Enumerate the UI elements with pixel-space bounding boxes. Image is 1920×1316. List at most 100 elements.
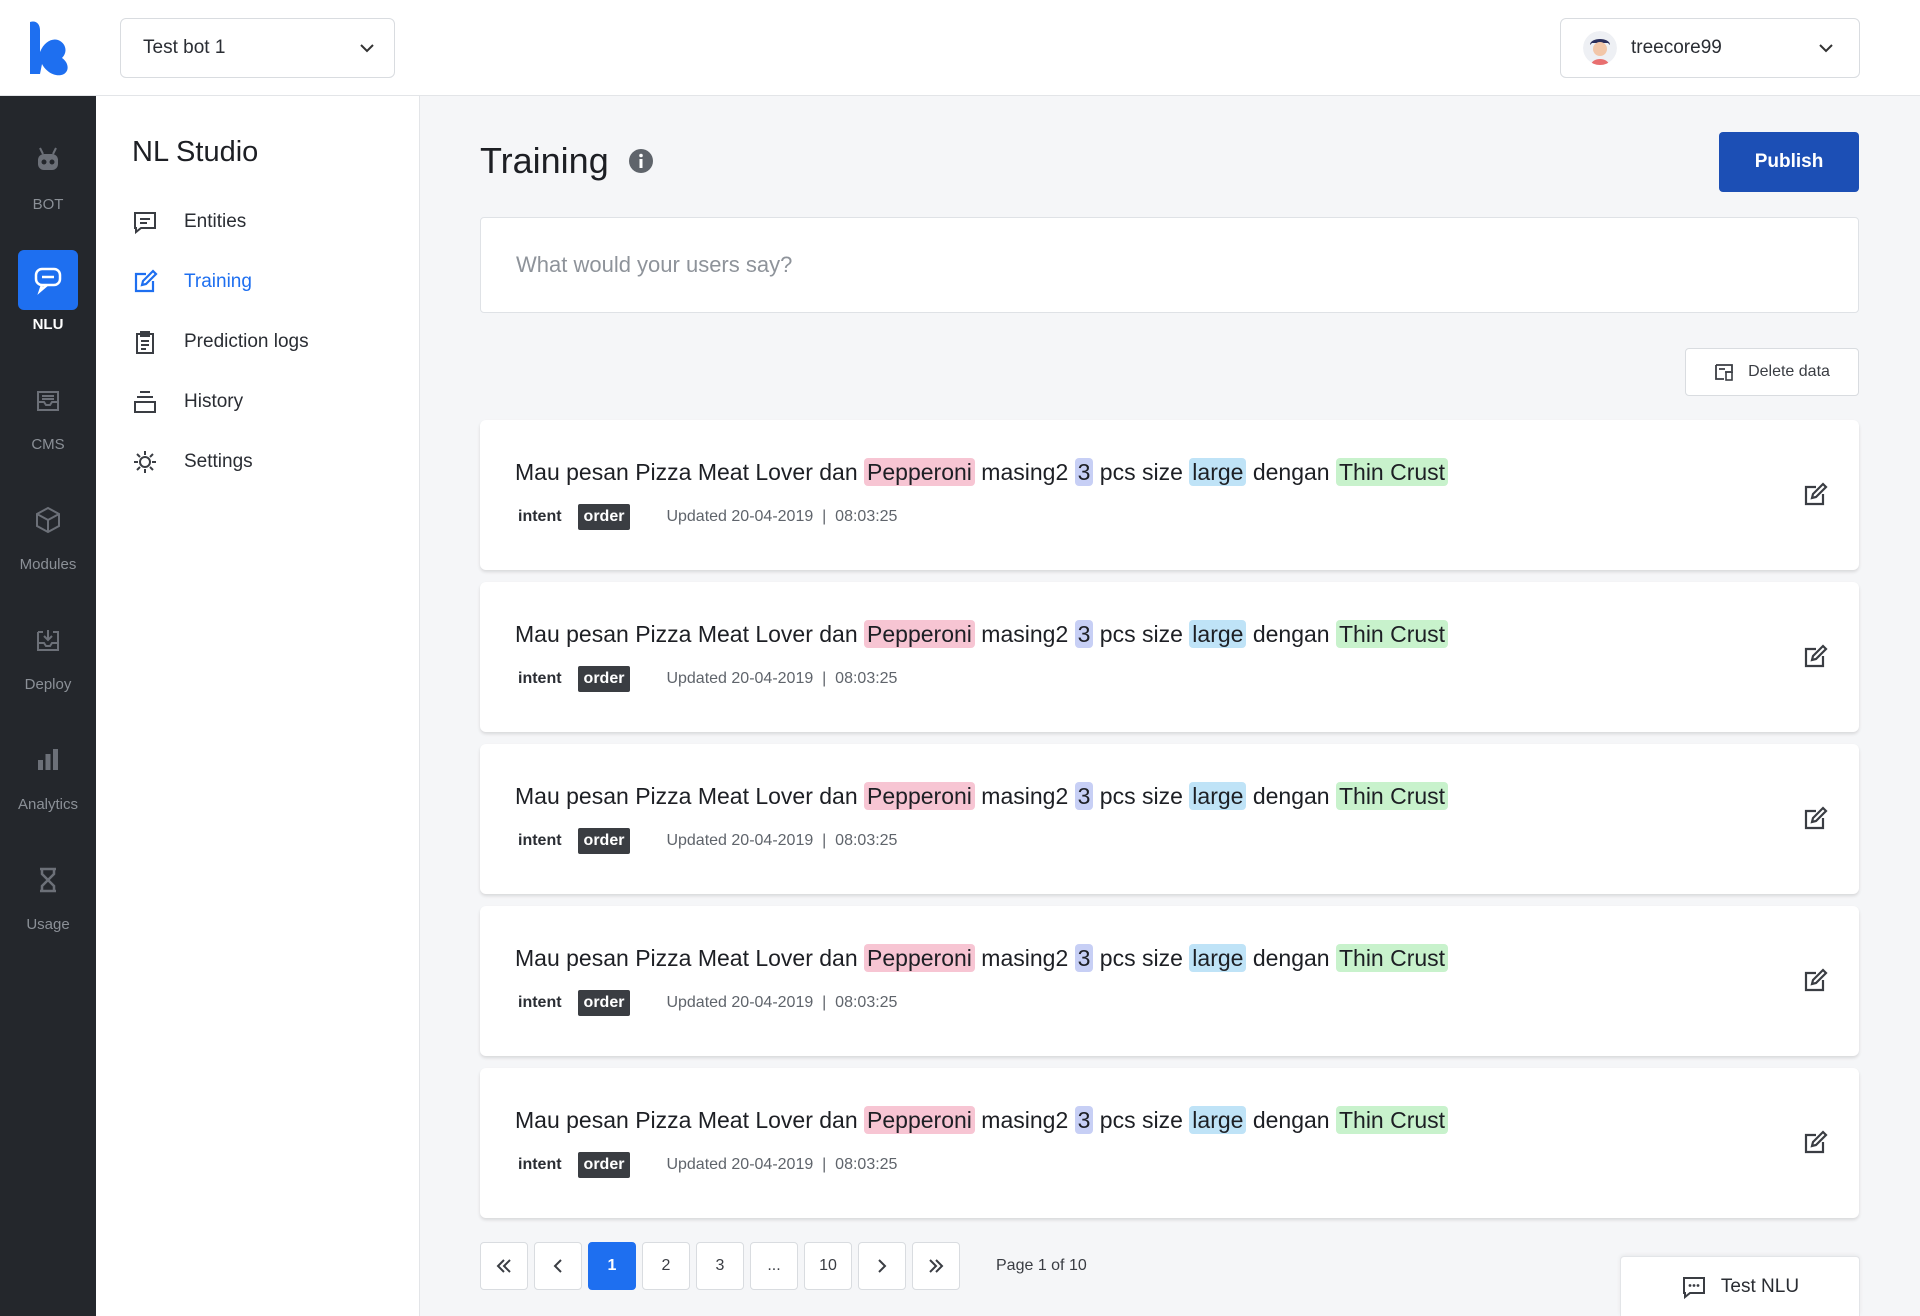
utterance-input[interactable] — [480, 217, 1859, 313]
entity-product[interactable]: Pepperoni — [864, 944, 975, 972]
utterance-fragment: pcs size — [1093, 1107, 1190, 1133]
utterance-fragment: dengan — [1246, 945, 1336, 971]
edit-icon[interactable] — [1802, 644, 1828, 670]
rail-item-bot-icon-wrap — [18, 130, 78, 190]
updated-timestamp: Updated 20-04-2019 | 08:03:25 — [666, 832, 898, 849]
sidebar-item-prediction-logs[interactable]: Prediction logs — [132, 322, 309, 362]
entity-product[interactable]: Pepperoni — [864, 782, 975, 810]
updated-timestamp: Updated 20-04-2019 | 08:03:25 — [666, 508, 898, 525]
utterance-fragment: masing2 — [974, 621, 1075, 647]
entity-product[interactable]: Pepperoni — [864, 458, 975, 486]
edit-icon[interactable] — [1802, 968, 1828, 994]
utterance-fragment: dengan — [1246, 1107, 1336, 1133]
entity-crust[interactable]: Thin Crust — [1335, 458, 1449, 486]
prev-page-button[interactable] — [534, 1242, 582, 1290]
sidebar-item-label: Prediction logs — [184, 331, 309, 352]
sidebar-item-training[interactable]: Training — [132, 262, 252, 302]
page-button[interactable]: 10 — [804, 1242, 852, 1290]
utterance-meta: intent order Updated 20-04-2019 | 08:03:25 — [518, 828, 897, 854]
sidebar-item-entities[interactable]: Entities — [132, 202, 246, 242]
publish-button[interactable]: Publish — [1719, 132, 1859, 192]
first-page-button[interactable] — [480, 1242, 528, 1290]
intent-label: intent — [518, 994, 562, 1011]
rail-item-label: Deploy — [24, 676, 72, 693]
entity-size[interactable]: large — [1189, 620, 1247, 648]
entity-size[interactable]: large — [1189, 944, 1247, 972]
sidebar-item-history[interactable]: History — [132, 382, 243, 422]
test-nlu-button[interactable]: Test NLU — [1620, 1256, 1860, 1316]
page-title: Training — [480, 140, 609, 181]
updated-timestamp: Updated 20-04-2019 | 08:03:25 — [666, 994, 898, 1011]
clipboard-icon — [136, 331, 154, 354]
utterance-fragment: masing2 — [974, 1107, 1075, 1133]
rail-item-usage[interactable]: Usage — [0, 840, 96, 940]
chevron-down-icon — [1819, 44, 1833, 53]
user-menu-dropdown[interactable]: treecore99 — [1560, 18, 1860, 78]
entity-quantity[interactable]: 3 — [1074, 1106, 1094, 1134]
utterance-text: Mau pesan Pizza Meat Lover dan Pepperoni… — [515, 618, 1449, 650]
rail-item-bot[interactable]: BOT — [0, 120, 96, 220]
utterance-fragment: pcs size — [1093, 459, 1190, 485]
entity-size[interactable]: large — [1189, 782, 1247, 810]
edit-icon[interactable] — [1802, 482, 1828, 508]
intent-badge[interactable]: order — [577, 828, 631, 854]
entity-quantity[interactable]: 3 — [1074, 782, 1094, 810]
entity-crust[interactable]: Thin Crust — [1335, 1106, 1449, 1134]
rail-item-deploy[interactable]: Deploy — [0, 600, 96, 700]
entity-crust[interactable]: Thin Crust — [1335, 620, 1449, 648]
bot-select-dropdown[interactable]: Test bot 1 — [120, 18, 395, 78]
entity-crust[interactable]: Thin Crust — [1335, 782, 1449, 810]
inbox-tray-icon — [37, 391, 59, 411]
entity-size[interactable]: large — [1189, 1106, 1247, 1134]
utterance-fragment: pcs size — [1093, 945, 1190, 971]
entity-quantity[interactable]: 3 — [1074, 620, 1094, 648]
utterance-text: Mau pesan Pizza Meat Lover dan Pepperoni… — [515, 780, 1449, 812]
rail-item-label: NLU — [32, 316, 64, 333]
info-icon[interactable] — [628, 148, 654, 174]
primary-rail: BOT NLU CMS Modules Deploy Analytics Usa… — [0, 96, 96, 1316]
username: treecore99 — [1631, 37, 1722, 58]
chevron-left-icon — [553, 1259, 562, 1273]
delete-data-button[interactable]: Delete data — [1685, 348, 1859, 396]
sidebar-item-settings[interactable]: Settings — [132, 442, 253, 482]
test-nlu-label: Test NLU — [1720, 1275, 1800, 1297]
intent-badge[interactable]: order — [577, 1152, 631, 1178]
utterance-fragment: Mau pesan Pizza Meat Lover dan — [515, 459, 865, 485]
page-button[interactable]: 3 — [696, 1242, 744, 1290]
bot-select-value: Test bot 1 — [143, 37, 226, 58]
intent-label: intent — [518, 1156, 562, 1173]
chevron-right-icon — [878, 1259, 887, 1273]
rail-item-label: BOT — [32, 196, 64, 213]
main-content: Training Publish Delete data Mau pesan P… — [420, 96, 1920, 1316]
intent-badge[interactable]: order — [577, 504, 631, 530]
utterance-fragment: Mau pesan Pizza Meat Lover dan — [515, 945, 865, 971]
rail-item-cms-icon-wrap — [18, 370, 78, 430]
intent-badge[interactable]: order — [577, 666, 631, 692]
app-logo-icon[interactable] — [22, 18, 74, 76]
entity-quantity[interactable]: 3 — [1074, 458, 1094, 486]
rail-item-deploy-icon-wrap — [18, 610, 78, 670]
training-example-card: Mau pesan Pizza Meat Lover dan Pepperoni… — [480, 744, 1859, 894]
edit-icon[interactable] — [1802, 1130, 1828, 1156]
entity-size[interactable]: large — [1189, 458, 1247, 486]
gear-icon — [134, 451, 156, 473]
next-page-button[interactable] — [858, 1242, 906, 1290]
pagination: 1 2 3 ... 10 Page 1 of 10 — [480, 1242, 1087, 1290]
utterance-fragment: dengan — [1246, 783, 1336, 809]
entity-quantity[interactable]: 3 — [1074, 944, 1094, 972]
last-page-button[interactable] — [912, 1242, 960, 1290]
entity-product[interactable]: Pepperoni — [864, 620, 975, 648]
rail-item-modules[interactable]: Modules — [0, 480, 96, 580]
rail-item-cms[interactable]: CMS — [0, 360, 96, 460]
page-button[interactable]: 1 — [588, 1242, 636, 1290]
page-button[interactable]: 2 — [642, 1242, 690, 1290]
intent-badge[interactable]: order — [577, 990, 631, 1016]
edit-icon[interactable] — [1802, 806, 1828, 832]
chevrons-left-icon — [496, 1259, 511, 1273]
rail-item-nlu[interactable]: NLU — [0, 240, 96, 340]
nl-studio-sidebar: NL Studio Entities Training Prediction l… — [96, 96, 420, 1316]
entity-crust[interactable]: Thin Crust — [1335, 944, 1449, 972]
entity-product[interactable]: Pepperoni — [864, 1106, 975, 1134]
utterance-fragment: Mau pesan Pizza Meat Lover dan — [515, 621, 865, 647]
rail-item-analytics[interactable]: Analytics — [0, 720, 96, 820]
